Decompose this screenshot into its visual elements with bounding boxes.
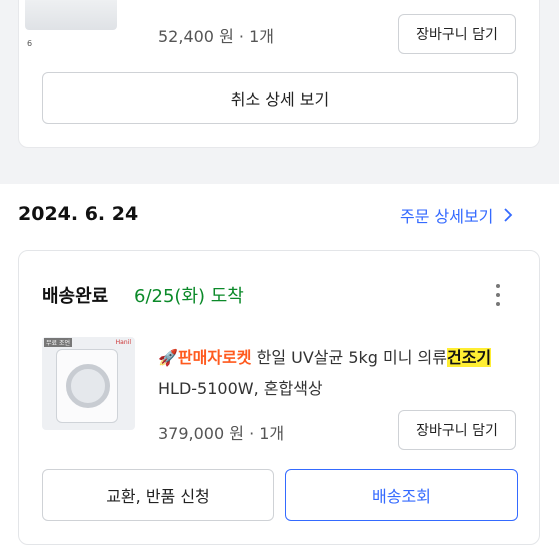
prev-price-quantity: 52,400 원 · 1개 (158, 23, 274, 47)
product-name-highlight: 건조기 (446, 348, 492, 367)
more-options-icon[interactable] (488, 282, 508, 308)
arrival-date: 6/25(화) 도착 (134, 286, 244, 307)
separator: · (249, 424, 260, 443)
chevron-right-icon (504, 208, 513, 222)
add-to-cart-button[interactable]: 장바구니 담기 (398, 410, 516, 450)
add-to-cart-button[interactable]: 장바구니 담기 (398, 14, 516, 54)
product-name-pre: 한일 UV살균 5kg 미니 의류 (251, 348, 447, 367)
brand-logo: Hanil (115, 339, 131, 346)
product-thumbnail[interactable]: 무료 조언 Hanil (42, 337, 135, 430)
prev-price: 52,400 원 (158, 27, 234, 46)
separator: · (238, 27, 250, 46)
delivery-status: 배송완료 (42, 286, 109, 307)
price-quantity: 379,000 원 · 1개 (158, 420, 284, 444)
cancel-detail-button[interactable]: 취소 상세 보기 (42, 72, 518, 124)
seller-rocket-badge: 🚀판매자로켓 (158, 348, 252, 367)
dryer-image (56, 349, 118, 423)
prev-quantity: 1개 (249, 27, 274, 46)
thumb-badge: 무료 조언 (44, 338, 72, 347)
product-price: 379,000 원 (158, 424, 244, 443)
product-thumbnail[interactable]: 6 (25, 0, 117, 48)
product-title[interactable]: 🚀판매자로켓 한일 UV살균 5kg 미니 의류건조기 HLD-5100W, 혼… (158, 342, 518, 404)
product-name-post: HLD-5100W, 혼합색상 (158, 379, 323, 398)
thumb-tag: 6 (27, 39, 33, 48)
product-quantity: 1개 (259, 424, 285, 443)
order-detail-label: 주문 상세보기 (400, 207, 494, 226)
delivery-tracking-button[interactable]: 배송조회 (285, 469, 518, 521)
order-detail-link[interactable]: 주문 상세보기 (400, 203, 513, 227)
order-date: 2024. 6. 24 (18, 203, 139, 225)
exchange-return-button[interactable]: 교환, 반품 신청 (42, 469, 274, 521)
